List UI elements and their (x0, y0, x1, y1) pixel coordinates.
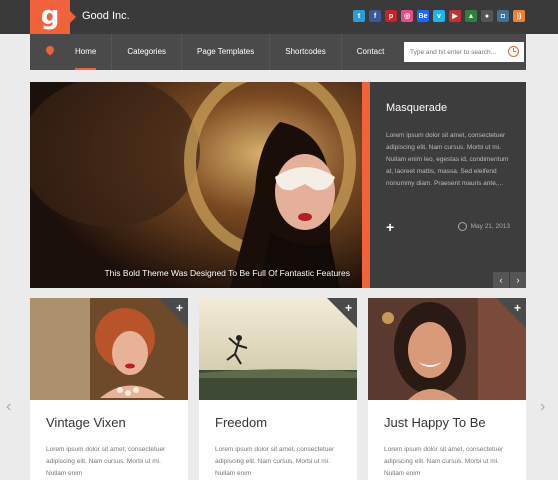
dribbble-icon[interactable]: ◎ (401, 10, 413, 22)
post-excerpt: Lorem ipsum dolor sit amet, consectetuer… (46, 446, 166, 477)
plus-icon[interactable]: + (514, 301, 521, 315)
carousel-prev-icon[interactable]: ‹ (6, 398, 11, 416)
slider-arrows: ‹ › (492, 272, 526, 288)
nav-item-shortcodes[interactable]: Shortcodes (270, 34, 342, 70)
slider-prev-button[interactable]: ‹ (493, 272, 509, 288)
nav-item-categories[interactable]: Categories (112, 34, 183, 70)
nav-item-home[interactable]: Home (60, 34, 113, 70)
hero-image[interactable]: This Bold Theme Was Designed To Be Full … (30, 82, 362, 288)
nav-item-contact[interactable]: Contact (342, 34, 400, 70)
social-icons: t f p ◎ Be v ▶ ▲ ● ◘ )) (353, 10, 525, 22)
nav-item-page-templates[interactable]: Page Templates (182, 34, 271, 70)
forrst-icon[interactable]: ▲ (465, 10, 477, 22)
plus-icon[interactable]: + (386, 219, 394, 235)
map-pin-icon (44, 44, 56, 56)
post-card: + Freedom Lorem ipsum dolor sit amet, co… (199, 298, 357, 480)
vimeo-icon[interactable]: v (433, 10, 445, 22)
post-card: + Vintage Vixen Lorem ipsum dolor sit am… (30, 298, 188, 480)
search-clock-icon[interactable] (508, 46, 519, 57)
hero-info-panel: Masquerade Lorem ipsum dolor sit amet, c… (370, 82, 526, 288)
post-title[interactable]: Vintage Vixen (46, 415, 126, 430)
featured-slider: This Bold Theme Was Designed To Be Full … (30, 82, 526, 288)
youtube-icon[interactable]: ▶ (449, 10, 461, 22)
post-image[interactable]: + (30, 298, 188, 400)
logo[interactable]: g (30, 0, 76, 34)
twitter-icon[interactable]: t (353, 10, 365, 22)
post-card: + Just Happy To Be Lorem ipsum dolor sit… (368, 298, 526, 480)
plus-icon[interactable]: + (345, 301, 352, 315)
top-header: g Good Inc. t f p ◎ Be v ▶ ▲ ● ◘ )) (0, 0, 558, 34)
post-title[interactable]: Freedom (215, 415, 267, 430)
corner-flag (496, 298, 526, 328)
plus-icon[interactable]: + (176, 301, 183, 315)
rss-icon[interactable]: )) (513, 10, 525, 22)
hero-date: May 21, 2013 (457, 222, 510, 231)
facebook-icon[interactable]: f (369, 10, 381, 22)
hero-caption[interactable]: This Bold Theme Was Designed To Be Full … (104, 268, 350, 278)
corner-flag (158, 298, 188, 328)
hero-date-text: May 21, 2013 (470, 223, 510, 230)
post-title[interactable]: Just Happy To Be (384, 415, 486, 430)
clock-icon (457, 222, 467, 231)
post-image[interactable]: + (199, 298, 357, 400)
pinterest-icon[interactable]: p (385, 10, 397, 22)
post-excerpt: Lorem ipsum dolor sit amet, consectetuer… (215, 446, 335, 477)
post-excerpt: Lorem ipsum dolor sit amet, consectetuer… (384, 446, 504, 477)
hero-excerpt: Lorem ipsum dolor sit amet, consectetuer… (386, 132, 509, 187)
post-image[interactable]: + (368, 298, 526, 400)
carousel-next-icon[interactable]: › (540, 398, 545, 416)
search-box (404, 42, 524, 62)
slider-next-button[interactable]: › (510, 272, 526, 288)
github-icon[interactable]: ● (481, 10, 493, 22)
corner-flag (327, 298, 357, 328)
search-input[interactable] (410, 45, 500, 59)
site-name[interactable]: Good Inc. (82, 10, 130, 22)
behance-icon[interactable]: Be (417, 10, 429, 22)
main-nav: Home Categories Page Templates Shortcode… (30, 34, 526, 70)
hero-title[interactable]: Masquerade (386, 102, 447, 114)
instagram-icon[interactable]: ◘ (497, 10, 509, 22)
hero-accent-bar (362, 82, 376, 288)
